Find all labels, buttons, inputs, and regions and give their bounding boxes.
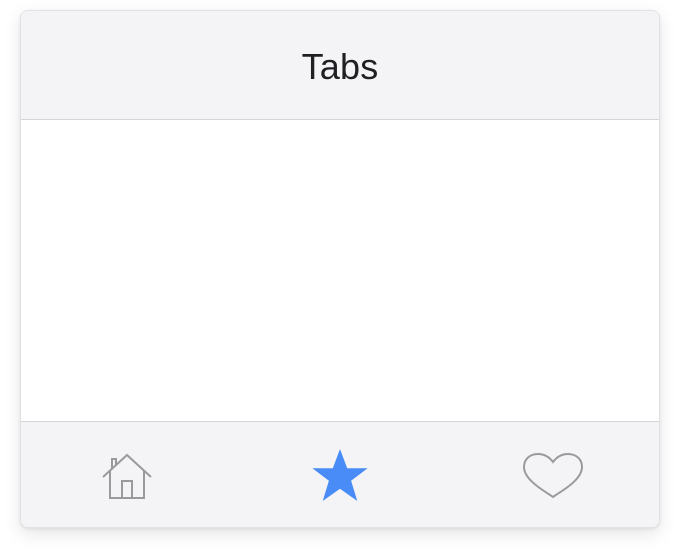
navigation-bar: Tabs <box>21 11 659 120</box>
heart-icon <box>522 452 584 500</box>
star-icon <box>310 447 370 505</box>
page-title: Tabs <box>301 46 379 87</box>
tab-likes[interactable] <box>493 422 613 527</box>
tabs-app-window: Tabs <box>20 10 660 528</box>
tab-bar <box>21 421 659 527</box>
tab-content-area <box>21 120 659 421</box>
tab-favorites[interactable] <box>280 422 400 527</box>
home-icon <box>101 450 153 502</box>
tab-home[interactable] <box>67 422 187 527</box>
